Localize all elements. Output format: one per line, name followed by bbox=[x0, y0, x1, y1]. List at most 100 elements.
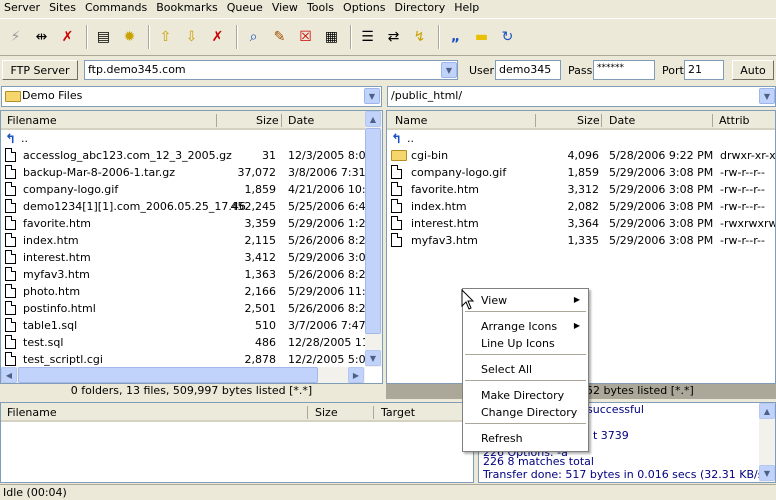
chevron-down-icon[interactable]: ▼ bbox=[441, 62, 457, 78]
folder-icon[interactable]: ▬ bbox=[470, 26, 493, 49]
table-row[interactable]: photo.htm 2,166 5/29/2006 11:3 bbox=[1, 283, 382, 300]
edit-icon[interactable]: ✎ bbox=[268, 26, 291, 49]
list-item-up[interactable]: ↰ .. bbox=[1, 130, 382, 147]
column-target[interactable]: Target bbox=[381, 406, 415, 419]
user-field[interactable]: demo345 bbox=[495, 60, 561, 80]
disconnect-icon[interactable]: ⚡ bbox=[4, 26, 27, 49]
menu-item-view[interactable]: View bbox=[481, 294, 507, 307]
column-divider[interactable] bbox=[281, 114, 282, 127]
column-attrib[interactable]: Attrib bbox=[719, 114, 750, 127]
column-date[interactable]: Date bbox=[609, 114, 635, 127]
settings-icon[interactable]: ✹ bbox=[118, 26, 141, 49]
column-date[interactable]: Date bbox=[288, 114, 314, 127]
upload-icon[interactable]: ⇧ bbox=[154, 26, 177, 49]
queue-icon[interactable]: ☰ bbox=[356, 26, 379, 49]
table-row[interactable]: interest.htm 3,364 5/29/2006 3:08 PM -rwxrw… bbox=[387, 215, 775, 232]
scroll-up-button[interactable]: ▲ bbox=[365, 111, 381, 127]
menu-sites[interactable]: Sites bbox=[45, 1, 81, 15]
scroll-thumb[interactable] bbox=[365, 128, 381, 334]
table-row[interactable]: index.htm 2,115 5/26/2006 8:23 bbox=[1, 232, 382, 249]
table-row[interactable]: index.htm 2,082 5/29/2006 3:08 PM -rw-r--r-… bbox=[387, 198, 775, 215]
file-icon bbox=[391, 199, 402, 213]
list-item-up[interactable]: ↰ .. bbox=[387, 130, 775, 147]
download-icon[interactable]: ⇩ bbox=[180, 26, 203, 49]
menu-queue[interactable]: Queue bbox=[223, 1, 268, 15]
column-divider[interactable] bbox=[216, 114, 217, 127]
password-field[interactable]: ****** bbox=[593, 60, 655, 80]
scroll-thumb[interactable] bbox=[18, 367, 318, 383]
sync-icon[interactable]: ↻ bbox=[496, 26, 519, 49]
transfer-icon[interactable]: ⇄ bbox=[382, 26, 405, 49]
menu-help[interactable]: Help bbox=[450, 1, 484, 15]
menu-item-line-up-icons[interactable]: Line Up Icons bbox=[481, 337, 555, 350]
table-row[interactable]: demo1234[1][1].com_2006.05.25_17.46 452,2… bbox=[1, 198, 382, 215]
refresh-icon[interactable]: ↯ bbox=[408, 26, 431, 49]
scroll-up-button[interactable]: ▲ bbox=[759, 403, 775, 419]
table-row[interactable]: myfav3.htm 1,363 5/26/2006 8:23 bbox=[1, 266, 382, 283]
scroll-right-button[interactable]: ▶ bbox=[348, 367, 364, 383]
column-size[interactable]: Size bbox=[315, 406, 338, 419]
queue-list[interactable]: Filename Size Target bbox=[0, 402, 474, 483]
scroll-left-button[interactable]: ◀ bbox=[1, 367, 17, 383]
menu-bookmarks[interactable]: Bookmarks bbox=[152, 1, 222, 15]
quote-icon[interactable]: „ bbox=[444, 26, 467, 49]
table-row[interactable]: test.sql 486 12/28/2005 11: bbox=[1, 334, 382, 351]
local-horizontal-scrollbar[interactable]: ◀ ▶ bbox=[1, 367, 365, 383]
scroll-down-button[interactable]: ▼ bbox=[365, 350, 381, 366]
properties-icon[interactable]: ▦ bbox=[320, 26, 343, 49]
local-path-field[interactable]: Demo Files bbox=[1, 86, 382, 107]
table-row[interactable]: cgi-bin 4,096 5/28/2006 9:22 PM drwxr-xr-x bbox=[387, 147, 775, 164]
column-filename[interactable]: Filename bbox=[7, 406, 57, 419]
menu-server[interactable]: Server bbox=[0, 1, 45, 15]
column-divider[interactable] bbox=[307, 406, 308, 419]
column-divider[interactable] bbox=[373, 406, 374, 419]
table-row[interactable]: postinfo.html 2,501 5/26/2006 8:29 bbox=[1, 300, 382, 317]
cancel-icon[interactable]: ☒ bbox=[294, 26, 317, 49]
remote-path-field[interactable]: /public_html/ bbox=[387, 86, 776, 107]
log-icon[interactable]: ▤ bbox=[92, 26, 115, 49]
menu-item-change-directory[interactable]: Change Directory bbox=[481, 406, 577, 419]
menu-item-select-all[interactable]: Select All bbox=[481, 363, 532, 376]
connect-icon[interactable]: ⇹ bbox=[30, 26, 53, 49]
find-icon[interactable]: ⌕ bbox=[242, 26, 265, 49]
column-filename[interactable]: Filename bbox=[7, 114, 57, 127]
chevron-down-icon[interactable]: ▼ bbox=[759, 88, 775, 104]
menu-view[interactable]: View bbox=[268, 1, 303, 15]
table-row[interactable]: test_scriptl.cgi 2,878 12/2/2005 5:09 bbox=[1, 351, 382, 368]
table-row[interactable]: interest.htm 3,412 5/29/2006 3:09 bbox=[1, 249, 382, 266]
abort-icon[interactable]: ✗ bbox=[56, 26, 79, 49]
menu-item-refresh[interactable]: Refresh bbox=[481, 432, 523, 445]
table-row[interactable]: company-logo.gif 1,859 5/29/2006 3:08 PM -r… bbox=[387, 164, 775, 181]
table-row[interactable]: company-logo.gif 1,859 4/21/2006 10:2 bbox=[1, 181, 382, 198]
column-size[interactable]: Size bbox=[256, 114, 279, 127]
log-vertical-scrollbar[interactable]: ▲ ▼ bbox=[759, 403, 775, 482]
chevron-down-icon[interactable]: ▼ bbox=[364, 88, 380, 104]
menu-options[interactable]: Options bbox=[339, 1, 390, 15]
table-row[interactable]: favorite.htm 3,312 5/29/2006 3:08 PM -rw-r-… bbox=[387, 181, 775, 198]
scroll-down-button[interactable]: ▼ bbox=[759, 465, 775, 481]
cell-date: 3/8/2006 7:31 A bbox=[288, 166, 377, 179]
toolbar-separator bbox=[86, 25, 88, 49]
column-name[interactable]: Name bbox=[395, 114, 427, 127]
table-row[interactable]: accesslog_abc123.com_12_3_2005.gz 31 12/3/… bbox=[1, 147, 382, 164]
table-row[interactable]: table1.sql 510 3/7/2006 7:47 A bbox=[1, 317, 382, 334]
port-field[interactable]: 21 bbox=[684, 60, 724, 80]
local-file-list[interactable]: Filename Size Date ↰ .. accesslog_abc123… bbox=[0, 110, 383, 384]
delete-icon[interactable]: ✗ bbox=[206, 26, 229, 49]
menu-commands[interactable]: Commands bbox=[81, 1, 152, 15]
menu-directory[interactable]: Directory bbox=[391, 1, 451, 15]
host-field[interactable]: ftp.demo345.com bbox=[84, 60, 458, 80]
table-row[interactable]: favorite.htm 3,359 5/29/2006 1:24 bbox=[1, 215, 382, 232]
table-row[interactable]: myfav3.htm 1,335 5/29/2006 3:08 PM -rw-r--r… bbox=[387, 232, 775, 249]
menu-tools[interactable]: Tools bbox=[303, 1, 339, 15]
menu-item-make-directory[interactable]: Make Directory bbox=[481, 389, 564, 402]
auto-button[interactable]: Auto bbox=[732, 60, 774, 80]
table-row[interactable]: backup-Mar-8-2006-1.tar.gz 37,072 3/8/2006… bbox=[1, 164, 382, 181]
ftp-server-button[interactable]: FTP Server bbox=[2, 60, 78, 80]
menu-item-arrange-icons[interactable]: Arrange Icons bbox=[481, 320, 557, 333]
column-divider[interactable] bbox=[601, 114, 602, 127]
local-vertical-scrollbar[interactable]: ▲ ▼ bbox=[365, 111, 382, 367]
column-divider[interactable] bbox=[535, 114, 536, 127]
column-divider[interactable] bbox=[712, 114, 713, 127]
column-size[interactable]: Size bbox=[577, 114, 600, 127]
